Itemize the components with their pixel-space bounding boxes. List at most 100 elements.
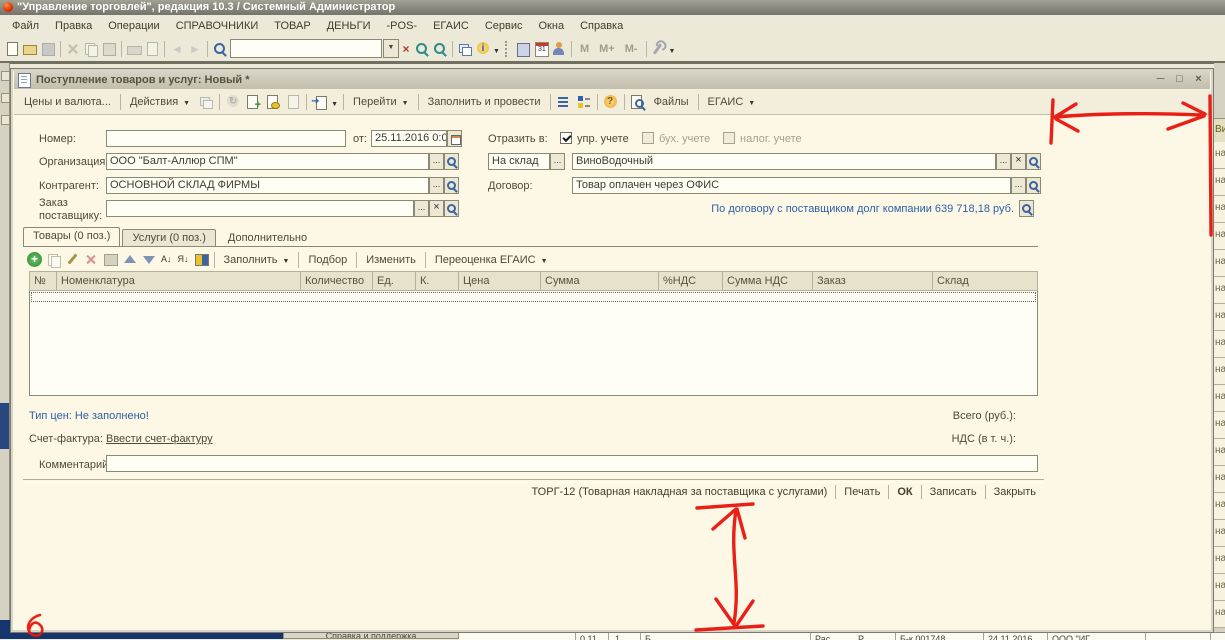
new-document-icon[interactable] [4,41,20,57]
torg12-print-button[interactable]: ТОРГ-12 (Товарная накладная за поставщик… [523,484,835,500]
minimize-icon[interactable]: ─ [1153,74,1168,87]
cut-icon[interactable] [65,41,81,57]
search-dropdown-icon[interactable]: ▼ [383,39,399,58]
menu-edit[interactable]: Правка [47,18,100,34]
col-warehouse[interactable]: Склад [933,271,1038,291]
clear-search-icon[interactable]: × [399,42,413,56]
refresh-icon[interactable]: ↻ [225,94,241,110]
memory-minus-button[interactable]: М- [620,43,643,55]
toolbar-options-icon[interactable]: ▼ [669,48,676,55]
warehouse-mode-field[interactable]: На склад [488,153,550,170]
col-price[interactable]: Цена [459,271,541,291]
menu-operations[interactable]: Операции [100,18,167,34]
unpost-document-icon[interactable] [285,94,301,110]
col-sum[interactable]: Сумма [541,271,659,291]
write-button[interactable]: Записать [922,484,985,500]
tab-additional[interactable]: Дополнительно [218,229,317,246]
go-to-button[interactable]: Перейти [347,94,415,110]
forward-icon[interactable]: ► [187,41,203,57]
price-type-notice[interactable]: Тип цен: Не заполнено! [29,410,149,422]
prices-currency-button[interactable]: Цены и валюта... [18,94,117,110]
col-unit[interactable]: Ед. [373,271,416,291]
col-coefficient[interactable]: К. [416,271,459,291]
output-dropdown-icon[interactable]: ▼ [331,101,338,108]
settings-wrench-icon[interactable] [651,41,667,57]
back-icon[interactable]: ◄ [169,41,185,57]
fill-and-post-button[interactable]: Заполнить и провести [422,94,547,110]
counterparty-open-icon[interactable] [444,177,459,194]
edit-row-icon[interactable] [65,252,80,267]
windows-list-icon[interactable] [457,41,473,57]
date-input[interactable]: 25.11.2016 0:00:00 [371,130,447,147]
col-order[interactable]: Заказ [813,271,933,291]
col-nomenclature[interactable]: Номенклатура [57,271,301,291]
menu-windows[interactable]: Окна [531,18,573,34]
organization-select-icon[interactable] [429,153,444,170]
structure-icon[interactable] [198,94,214,110]
info-dropdown-icon[interactable]: ▼ [493,48,500,55]
memory-plus-button[interactable]: М+ [594,43,620,55]
fill-button[interactable]: Заполнить [218,252,296,268]
actions-button[interactable]: Действия [124,94,196,110]
items-table-body[interactable] [29,291,1038,396]
find-next-icon[interactable] [432,41,448,57]
contract-input[interactable]: Товар оплачен через ОФИС [572,177,1011,194]
menu-help[interactable]: Справка [572,18,631,34]
finish-editing-icon[interactable] [103,252,118,267]
warehouse-input[interactable]: ВиноВодочный [572,153,996,170]
calendar-icon[interactable]: 31 [533,41,549,57]
book-accounting-checkbox[interactable] [642,132,654,144]
col-vat-sum[interactable]: Сумма НДС [723,271,813,291]
copy-document-icon[interactable] [245,94,261,110]
col-number[interactable]: № [29,271,57,291]
paste-icon[interactable] [101,41,117,57]
egais-revaluation-button[interactable]: Переоценка ЕГАИС [429,252,554,268]
move-down-icon[interactable] [141,252,156,267]
sort-descending-icon[interactable]: Я↓ [178,252,189,267]
menu-service[interactable]: Сервис [477,18,531,34]
tab-services[interactable]: Услуги (0 поз.) [122,229,215,246]
list-settings-icon[interactable] [556,94,572,110]
maximize-icon[interactable]: □ [1172,74,1187,87]
col-quantity[interactable]: Количество [301,271,373,291]
supplier-order-select-icon[interactable] [414,200,429,217]
warehouse-mode-select-icon[interactable] [550,153,565,170]
warehouse-select-icon[interactable] [996,153,1011,170]
sort-ascending-icon[interactable]: А↓ [161,252,172,267]
user-permissions-icon[interactable] [551,41,567,57]
supplier-order-open-icon[interactable] [444,200,459,217]
menu-egais[interactable]: ЕГАИС [425,18,477,34]
quick-search-input[interactable] [230,39,382,58]
print-preview-icon[interactable] [144,41,160,57]
post-document-icon[interactable] [265,94,281,110]
print-icon[interactable] [126,41,142,57]
help-icon[interactable]: ? [603,94,619,110]
counterparty-select-icon[interactable] [429,177,444,194]
menu-directories[interactable]: СПРАВОЧНИКИ [168,18,267,34]
menu-money[interactable]: ДЕНЬГИ [319,18,379,34]
close-icon[interactable]: × [1191,74,1206,87]
egais-button[interactable]: ЕГАИС [702,94,762,110]
enter-invoice-link[interactable]: Ввести счет-фактуру [106,433,213,445]
price-grid-icon[interactable] [194,252,209,267]
warehouse-clear-icon[interactable] [1011,153,1026,170]
output-document-icon[interactable] [312,94,328,110]
delete-row-icon[interactable] [84,252,99,267]
info-icon[interactable]: i [475,41,491,57]
tab-goods[interactable]: Товары (0 поз.) [23,227,120,246]
supplier-order-input[interactable] [106,200,414,217]
contract-select-icon[interactable] [1011,177,1026,194]
change-button[interactable]: Изменить [360,252,422,268]
supplier-order-clear-icon[interactable] [429,200,444,217]
copy-row-icon[interactable] [46,252,61,267]
open-icon[interactable] [22,41,38,57]
print-button[interactable]: Печать [836,484,888,500]
comment-input[interactable] [106,455,1038,472]
organization-input[interactable]: ООО "Балт-Аллюр СПМ" [106,153,429,170]
save-icon[interactable] [40,41,56,57]
warehouse-open-icon[interactable] [1026,153,1041,170]
col-vat-percent[interactable]: %НДС [659,271,723,291]
search-icon[interactable] [212,41,228,57]
menu-pos[interactable]: -POS- [379,18,426,34]
checklist-icon[interactable] [576,94,592,110]
